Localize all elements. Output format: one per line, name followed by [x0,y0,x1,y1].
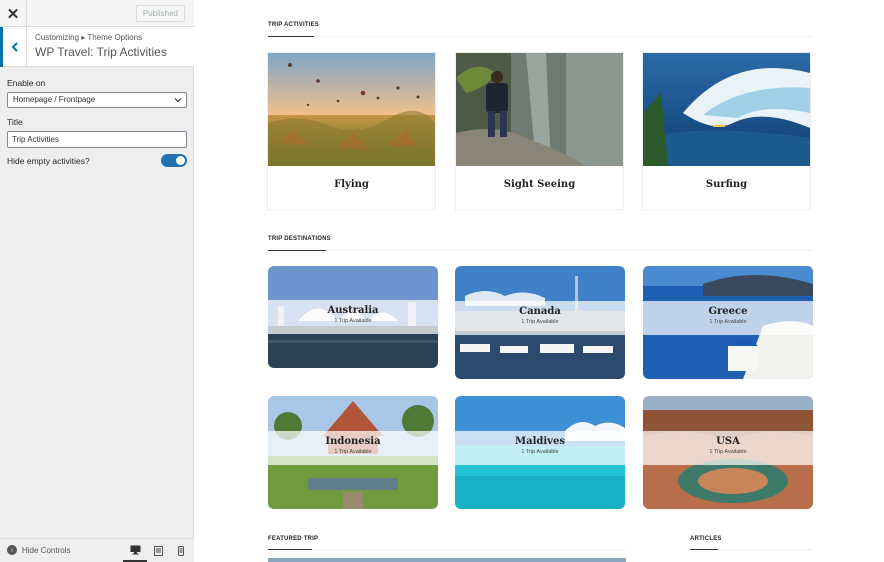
destination-card-indonesia[interactable]: Indonesia 1 Trip Available [268,396,438,509]
destination-name: Australia [327,305,379,316]
section-header: Customizing ▸ Theme Options WP Travel: T… [0,27,194,67]
articles-rule [690,549,812,550]
destination-band: Canada 1 Trip Available [455,301,625,335]
destination-count: 1 Trip Available [521,449,559,455]
hide-empty-label: Hide empty activities? [7,156,90,166]
activities-rule [268,36,813,37]
hide-controls-label: Hide Controls [22,545,71,555]
chevron-down-icon [174,98,182,103]
activity-image [456,53,623,166]
activity-label: Sight Seeing [503,179,576,190]
destination-card-australia[interactable]: Australia 1 Trip Available [268,266,438,368]
hide-empty-toggle[interactable] [161,154,187,167]
activity-label: Flying [334,179,369,190]
activity-label: Surfing [705,179,748,190]
activity-card-surfing[interactable]: Surfing [642,52,811,210]
mobile-icon [178,546,184,556]
section-title: WP Travel: Trip Activities [35,45,167,59]
destination-count: 1 Trip Available [521,319,559,325]
enable-on-label: Enable on [7,78,46,88]
activities-heading: TRIP ACTIVITIES [268,22,320,28]
collapse-icon: ‹ [7,545,17,555]
tablet-icon [153,546,163,556]
destination-name: Maldives [515,436,565,447]
featured-rule [268,549,626,550]
breadcrumb: Customizing ▸ Theme Options [35,33,143,42]
destination-band: Greece 1 Trip Available [643,301,813,335]
destination-card-canada[interactable]: Canada 1 Trip Available [455,266,625,379]
activity-card-flying[interactable]: Flying [267,52,436,210]
customizer-topbar: ✕ Published [0,0,194,27]
featured-heading: FEATURED TRIP [268,536,319,542]
activity-image [643,53,810,166]
activity-card-sight-seeing[interactable]: Sight Seeing [455,52,624,210]
destination-count: 1 Trip Available [709,449,747,455]
desktop-icon [130,545,140,554]
destination-name: Greece [708,306,748,317]
toggle-knob [176,156,185,165]
hide-controls-button[interactable]: ‹ Hide Controls [7,545,70,555]
destination-count: 1 Trip Available [709,319,747,325]
close-icon[interactable]: ✕ [0,0,27,27]
featured-image-strip [268,558,626,562]
title-input[interactable] [7,131,187,148]
destination-count: 1 Trip Available [334,449,372,455]
destination-band: USA 1 Trip Available [643,431,813,465]
published-button[interactable]: Published [135,5,185,22]
destination-band: Australia 1 Trip Available [268,300,438,334]
customizer-footer: ‹ Hide Controls [0,538,194,562]
enable-on-value: Homepage / Frontpage [13,95,96,104]
desktop-preview-button[interactable] [123,539,147,562]
chevron-left-icon [11,42,18,52]
destination-card-usa[interactable]: USA 1 Trip Available [643,396,813,509]
title-label: Title [7,117,23,127]
enable-on-select[interactable]: Homepage / Frontpage [7,92,187,108]
mobile-preview-button[interactable] [169,539,193,562]
destination-name: Indonesia [325,436,381,447]
tablet-preview-button[interactable] [146,539,170,562]
destinations-heading: TRIP DESTINATIONS [268,236,331,242]
destinations-rule [268,250,813,251]
destination-band: Maldives 1 Trip Available [455,431,625,465]
destination-count: 1 Trip Available [334,318,372,324]
activity-image [268,53,435,166]
customizer-sidebar: ✕ Published Customizing ▸ Theme Options … [0,0,194,562]
back-button[interactable] [0,27,27,67]
destination-name: USA [716,436,740,447]
destination-card-maldives[interactable]: Maldives 1 Trip Available [455,396,625,509]
articles-heading: ARTICLES [690,536,722,542]
destination-name: Canada [519,306,561,317]
destination-card-greece[interactable]: Greece 1 Trip Available [643,266,813,379]
site-preview: TRIP ACTIVITIES Flying Sight Seeing Surf… [195,0,884,562]
destination-band: Indonesia 1 Trip Available [268,431,438,465]
